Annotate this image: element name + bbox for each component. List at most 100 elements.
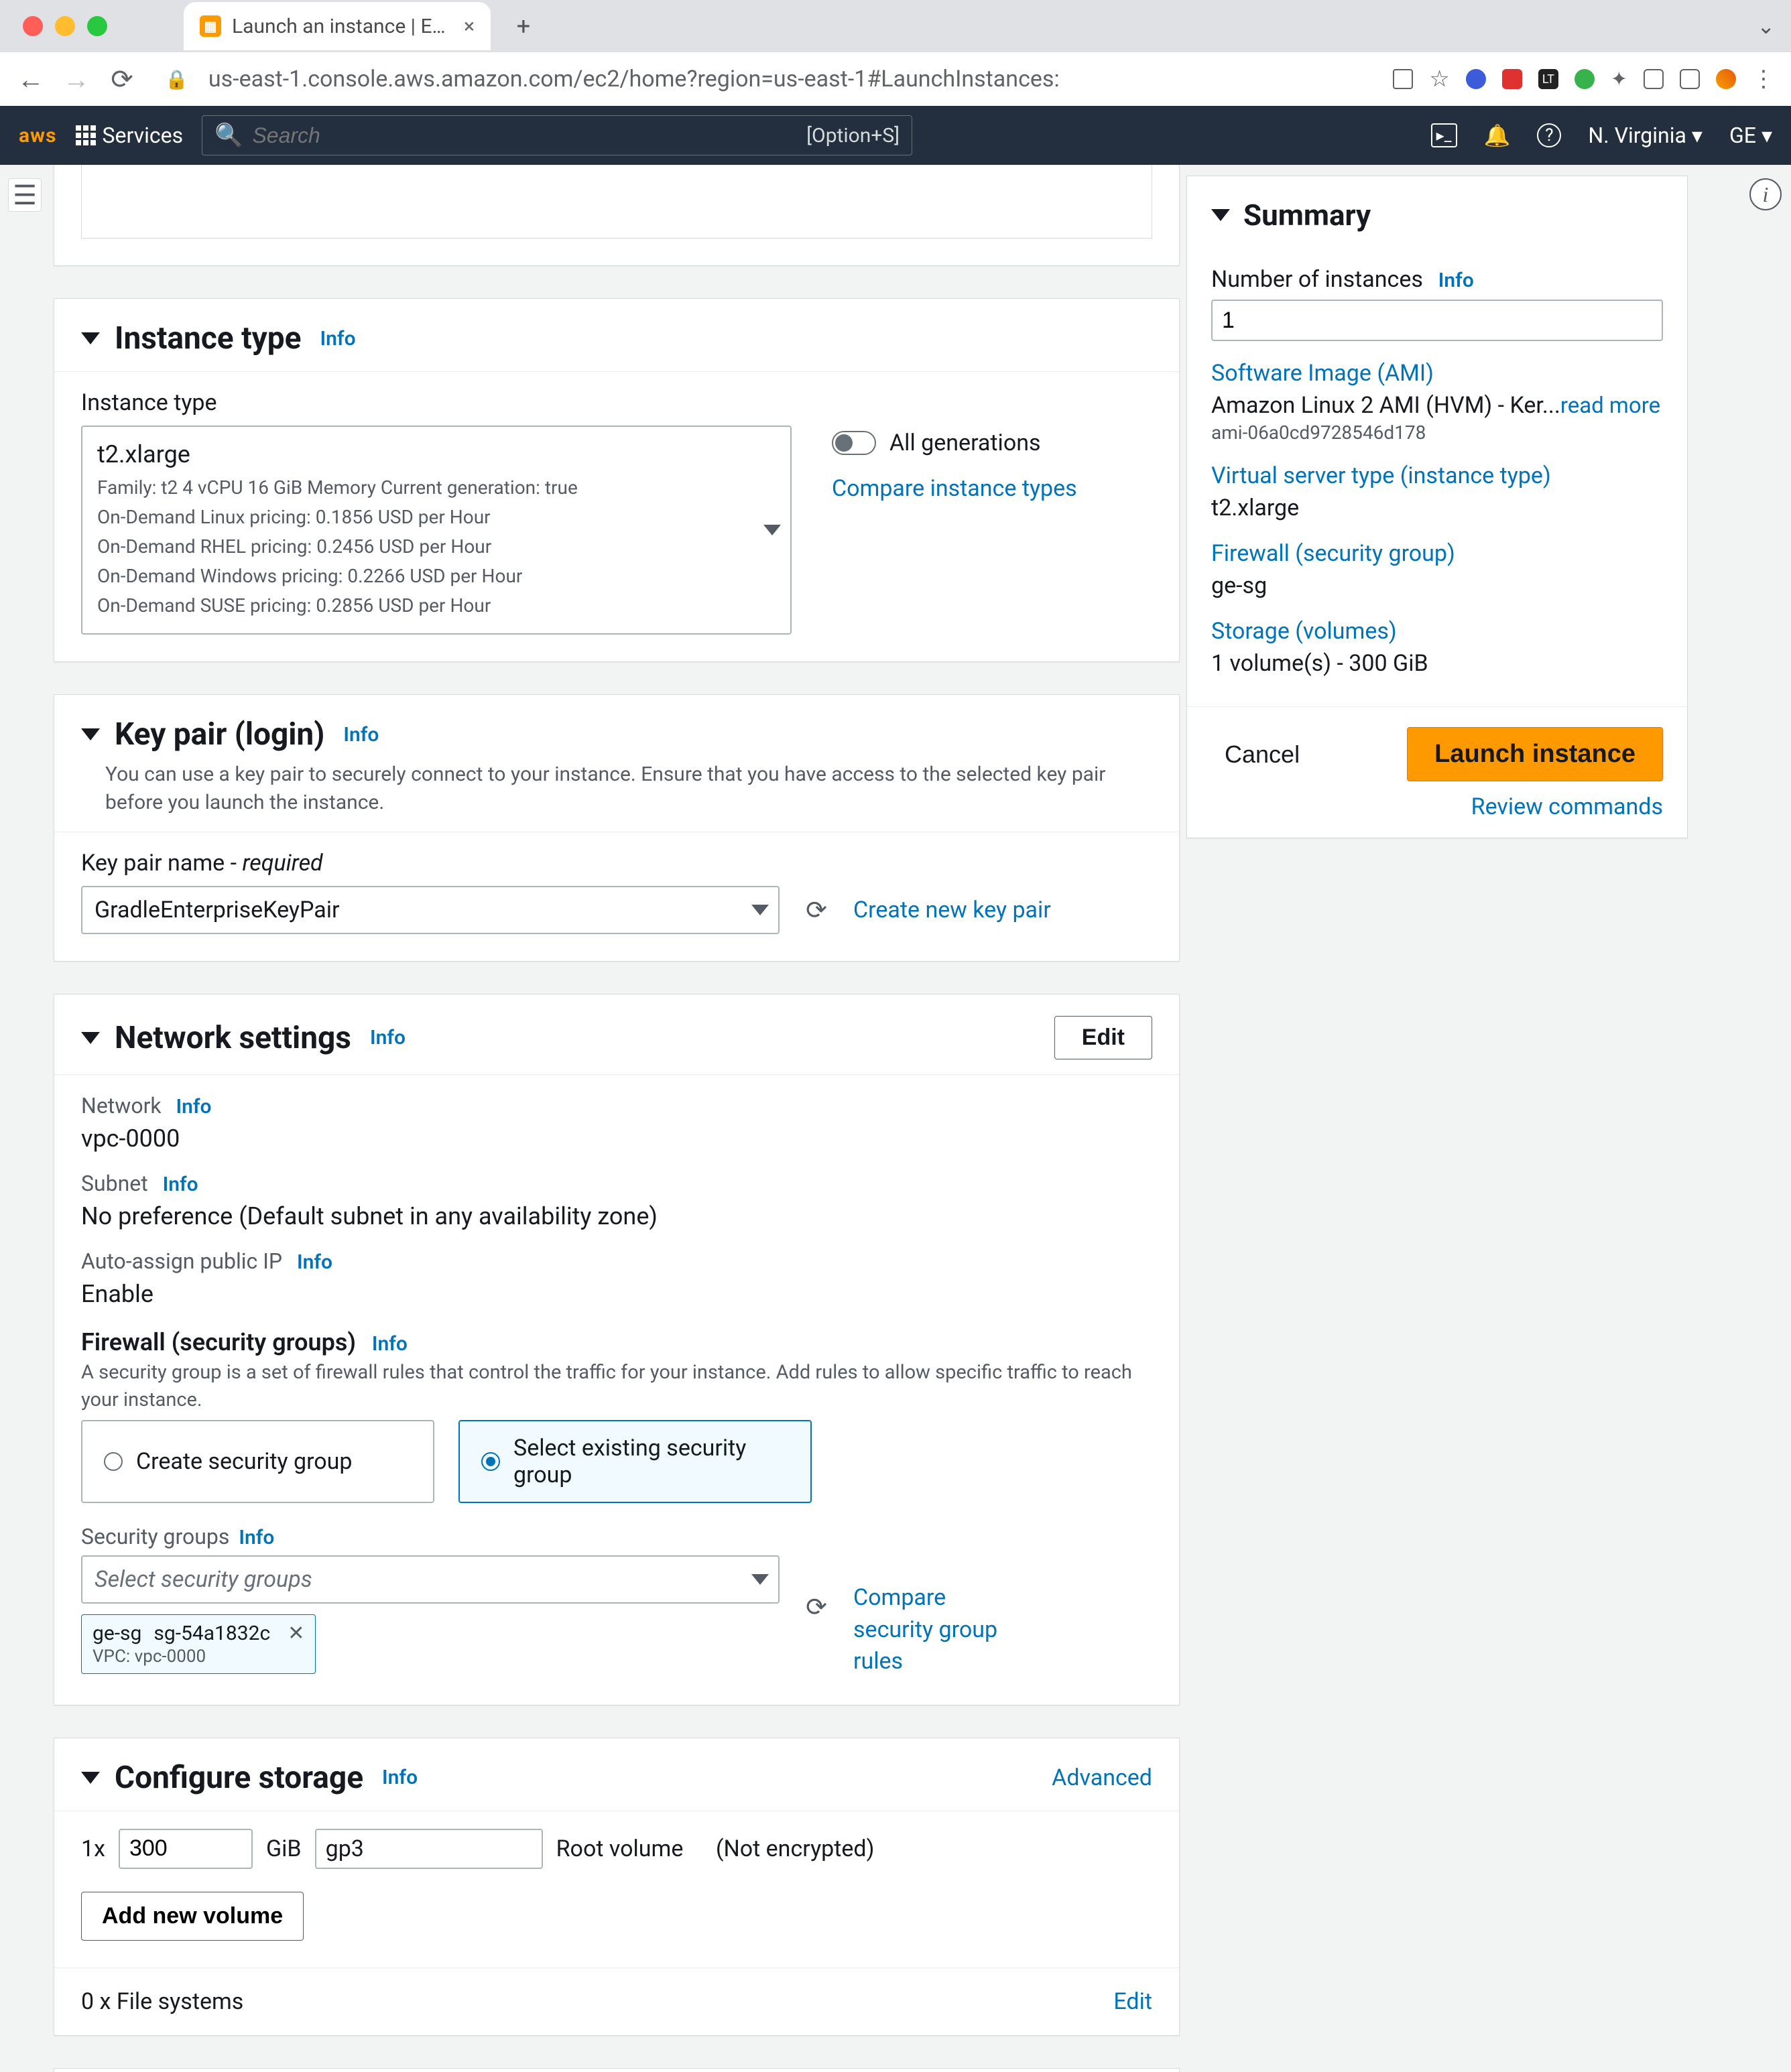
extensions-icon[interactable]: ✦	[1611, 68, 1627, 91]
info-link[interactable]: Info	[343, 723, 379, 747]
num-instances-label: Number of instances Info	[1211, 266, 1663, 293]
ext-icon-4[interactable]	[1574, 69, 1595, 89]
ext-icon-3[interactable]: LT	[1538, 69, 1558, 89]
lock-icon[interactable]: 🔒	[165, 68, 188, 90]
storage-advanced-link[interactable]: Advanced	[1052, 1764, 1152, 1791]
refresh-sg-button[interactable]: ⟳	[798, 1589, 835, 1625]
info-link[interactable]: Info	[320, 327, 356, 350]
read-more-link[interactable]: read more	[1560, 393, 1660, 419]
bookmark-icon[interactable]: ☆	[1429, 66, 1449, 92]
minimize-window-icon[interactable]	[55, 16, 75, 36]
chrome-menu-icon[interactable]: ⋮	[1752, 66, 1775, 92]
window-controls[interactable]	[23, 16, 107, 36]
cancel-button[interactable]: Cancel	[1211, 734, 1313, 775]
reload-button[interactable]: ⟳	[107, 64, 137, 94]
radio-create-sg[interactable]: Create security group	[81, 1420, 434, 1503]
info-link[interactable]: Info	[1438, 269, 1474, 292]
info-link[interactable]: Info	[370, 1026, 406, 1049]
forward-button[interactable]: →	[62, 64, 91, 94]
refresh-key-pairs-button[interactable]: ⟳	[798, 892, 835, 928]
add-volume-button[interactable]: Add new volume	[81, 1892, 304, 1941]
subnet-label: Subnet Info	[81, 1171, 198, 1196]
info-link[interactable]: Info	[163, 1173, 198, 1196]
instance-type-select[interactable]: t2.xlarge Family: t2 4 vCPU 16 GiB Memor…	[81, 426, 792, 635]
security-groups-select[interactable]: Select security groups	[81, 1555, 780, 1604]
aws-favicon-icon: ▦	[200, 15, 221, 37]
profile-avatar-icon[interactable]	[1716, 69, 1736, 89]
services-menu[interactable]: Services	[76, 123, 184, 148]
collapse-icon[interactable]	[1211, 209, 1230, 221]
cloudshell-icon[interactable]: ▸_	[1431, 123, 1457, 147]
ext-icon-1[interactable]	[1466, 69, 1486, 89]
close-tab-icon[interactable]: ×	[464, 15, 475, 38]
summary-type-link[interactable]: Virtual server type (instance type)	[1211, 462, 1663, 489]
network-value: vpc-0000	[81, 1124, 1152, 1153]
fullscreen-window-icon[interactable]	[87, 16, 107, 36]
close-window-icon[interactable]	[23, 16, 43, 36]
volume-type-select[interactable]: gp3	[315, 1829, 543, 1869]
firewall-label: Firewall (security groups) Info	[81, 1328, 408, 1356]
ext-icon-5[interactable]	[1644, 69, 1664, 89]
region-selector[interactable]: N. Virginia ▾	[1588, 123, 1703, 148]
notifications-icon[interactable]: 🔔	[1484, 123, 1511, 148]
info-link[interactable]: Info	[372, 1332, 408, 1356]
collapse-icon[interactable]	[81, 1032, 100, 1044]
selected-sg-tag: ge-sg sg-54a1832c ✕ VPC: vpc-0000	[81, 1614, 316, 1674]
radio-icon	[104, 1452, 123, 1471]
browser-extension-icons: ☆ LT ✦ ⋮	[1393, 66, 1775, 92]
info-link[interactable]: Info	[297, 1250, 332, 1274]
radio-select-sg[interactable]: Select existing security group	[458, 1420, 812, 1503]
info-panel-toggle[interactable]: i	[1749, 178, 1782, 210]
remove-sg-icon[interactable]: ✕	[288, 1622, 304, 1645]
panel-advanced-details: Advanced details Info	[54, 2068, 1180, 2072]
filesystems-row: 0 x File systems Edit	[54, 1967, 1179, 2035]
filesystems-count: 0 x File systems	[81, 1988, 243, 2015]
help-icon[interactable]: ?	[1537, 123, 1561, 147]
search-input[interactable]	[252, 123, 797, 148]
volume-size-input[interactable]	[119, 1829, 253, 1869]
tab-strip: ▦ Launch an instance | EC2 Man… × + ⌄	[0, 0, 1791, 52]
chevron-down-icon	[751, 1574, 769, 1585]
ext-icon-2[interactable]	[1502, 69, 1522, 89]
info-link[interactable]: Info	[176, 1095, 212, 1118]
info-link[interactable]: Info	[239, 1526, 274, 1549]
aws-logo[interactable]: aws	[19, 124, 57, 147]
all-generations-toggle[interactable]	[832, 431, 876, 455]
key-pair-name-label: Key pair name - required	[81, 850, 1152, 877]
summary-firewall-link[interactable]: Firewall (security group)	[1211, 540, 1663, 567]
summary-storage-value: 1 volume(s) - 300 GiB	[1211, 650, 1663, 677]
browser-tab[interactable]: ▦ Launch an instance | EC2 Man… ×	[184, 2, 491, 50]
new-tab-button[interactable]: +	[507, 9, 540, 43]
info-link[interactable]: Info	[382, 1766, 418, 1789]
summary-storage-link[interactable]: Storage (volumes)	[1211, 618, 1663, 645]
panel-key-pair: Key pair (login) Info You can use a key …	[54, 694, 1180, 962]
aws-search[interactable]: 🔍 [Option+S]	[202, 115, 912, 155]
network-label: Network Info	[81, 1093, 212, 1118]
aws-top-nav: aws Services 🔍 [Option+S] ▸_ 🔔 ? N. Virg…	[0, 106, 1791, 165]
edit-network-button[interactable]: Edit	[1054, 1016, 1152, 1059]
account-menu[interactable]: GE ▾	[1729, 123, 1772, 148]
compare-instance-types-link[interactable]: Compare instance types	[832, 475, 1077, 502]
num-instances-input[interactable]	[1211, 300, 1663, 341]
compare-sg-rules-link[interactable]: Compare security group rules	[853, 1582, 1028, 1678]
browser-chrome: ▦ Launch an instance | EC2 Man… × + ⌄ ← …	[0, 0, 1791, 106]
launch-instance-button[interactable]: Launch instance	[1407, 727, 1663, 781]
back-button[interactable]: ←	[16, 64, 46, 94]
ext-icon-6[interactable]	[1680, 69, 1700, 89]
summary-ami-link[interactable]: Software Image (AMI)	[1211, 360, 1663, 387]
search-shortcut-hint: [Option+S]	[806, 124, 900, 147]
collapse-icon[interactable]	[81, 332, 100, 344]
summary-type-value: t2.xlarge	[1211, 495, 1663, 521]
create-key-pair-link[interactable]: Create new key pair	[853, 897, 1051, 923]
edit-filesystems-link[interactable]: Edit	[1113, 1988, 1152, 2015]
review-commands-link[interactable]: Review commands	[1211, 793, 1663, 820]
caret-down-icon: ▾	[1692, 123, 1703, 148]
share-icon[interactable]	[1393, 69, 1413, 89]
collapse-icon[interactable]	[81, 728, 100, 740]
encrypt-label: (Not encrypted)	[716, 1835, 875, 1862]
collapse-icon[interactable]	[81, 1772, 100, 1784]
chrome-tab-dropdown-icon[interactable]: ⌄	[1757, 13, 1775, 39]
side-nav-toggle[interactable]: ☰	[8, 178, 42, 212]
url-text[interactable]: us-east-1.console.aws.amazon.com/ec2/hom…	[208, 66, 1060, 92]
key-pair-select[interactable]: GradleEnterpriseKeyPair	[81, 886, 780, 934]
